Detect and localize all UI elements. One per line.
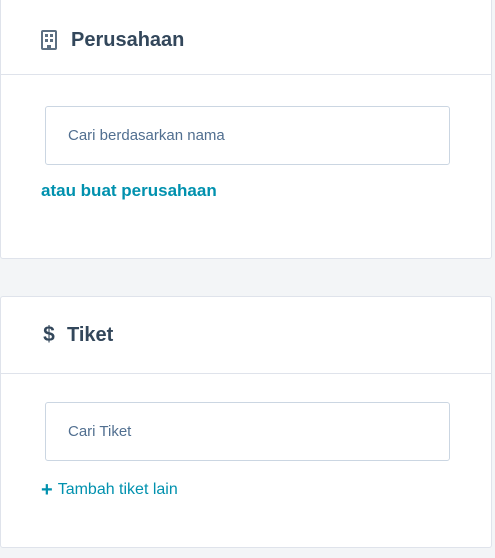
ticket-card-title: Tiket [67, 323, 114, 346]
plus-icon: + [41, 479, 53, 501]
company-card-header: Perusahaan [1, 0, 491, 75]
dollar-icon: $ [43, 323, 55, 346]
ticket-card-header: $ Tiket [1, 297, 491, 374]
add-ticket-label: Tambah tiket lain [57, 481, 178, 498]
company-search-input[interactable] [45, 106, 450, 165]
create-company-link[interactable]: atau buat perusahaan [41, 181, 217, 201]
company-card-title: Perusahaan [71, 28, 185, 51]
add-ticket-link[interactable]: + Tambah tiket lain [41, 480, 178, 500]
building-icon [41, 30, 57, 50]
ticket-search-input[interactable] [45, 402, 450, 461]
ticket-card: $ Tiket + Tambah tiket lain [0, 296, 492, 548]
company-card: Perusahaan atau buat perusahaan [0, 0, 492, 259]
